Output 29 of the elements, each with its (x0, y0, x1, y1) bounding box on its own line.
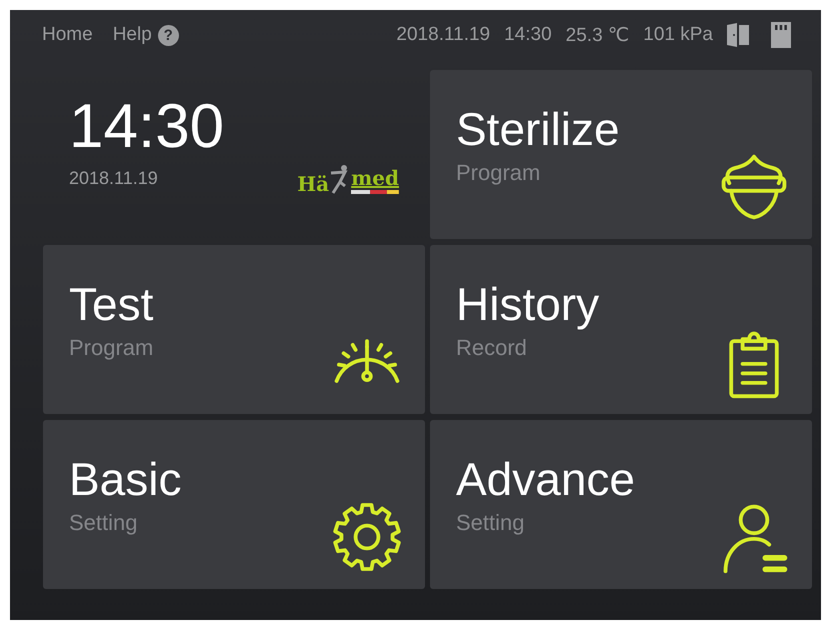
menu-tile[interactable]: Test Program (43, 245, 425, 414)
status-date: 2018.11.19 (396, 24, 490, 46)
tile-subtitle: Program (456, 160, 540, 186)
tile-title: History (456, 281, 600, 327)
nav-link[interactable]: Home (42, 24, 93, 46)
status-pressure: 101 kPa (643, 24, 713, 46)
sd-card-icon (771, 22, 791, 48)
tile-title: Test (69, 281, 154, 327)
tile-subtitle: Program (69, 335, 154, 361)
tile-title: Sterilize (456, 106, 620, 152)
nav-link[interactable]: Help (112, 24, 152, 46)
tile-title: Basic (69, 456, 182, 502)
color-stripe (351, 190, 399, 194)
tile-subtitle: Record (456, 335, 527, 361)
status-temperature: 25.3 ℃ (566, 24, 630, 46)
tile-title: Advance (456, 456, 636, 502)
menu-tile[interactable]: History Record (430, 245, 812, 414)
menu-tile[interactable]: Basic Setting (43, 420, 425, 589)
status-time: 14:30 (504, 24, 552, 46)
clock-time: 14:30 (69, 96, 224, 158)
tile-subtitle: Setting (456, 510, 524, 536)
menu-tile[interactable]: Advance Setting (430, 420, 812, 589)
clock-date: 2018.11.19 (69, 168, 158, 189)
help-icon[interactable]: ? (158, 24, 179, 46)
logo-text: med (351, 168, 399, 188)
tile-subtitle: Setting (69, 510, 138, 536)
door-icon (727, 23, 749, 47)
menu-tile[interactable]: Sterilize Program (430, 70, 812, 239)
logo-text: Hä (297, 174, 330, 194)
